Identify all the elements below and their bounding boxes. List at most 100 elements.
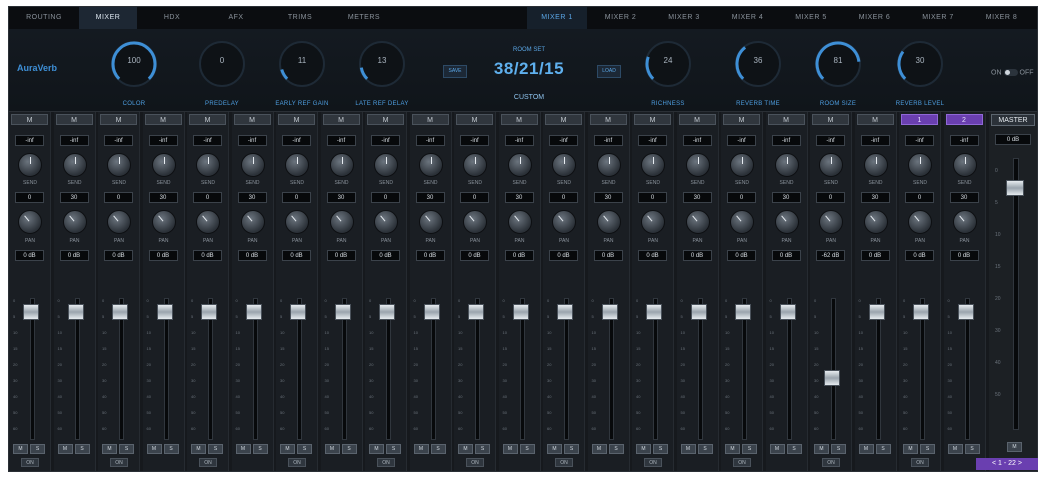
channel-header[interactable]: M bbox=[767, 114, 805, 125]
channel-header[interactable]: M bbox=[367, 114, 404, 125]
mute-button[interactable]: M bbox=[13, 444, 28, 454]
solo-button[interactable]: S bbox=[341, 444, 357, 454]
channel-header[interactable]: M bbox=[456, 114, 493, 125]
channel-fader[interactable] bbox=[23, 304, 39, 320]
send-knob[interactable] bbox=[730, 153, 754, 177]
solo-button[interactable]: S bbox=[786, 444, 802, 454]
channel-on-button[interactable]: ON bbox=[199, 458, 217, 467]
reverb-knob-6[interactable]: 81 bbox=[815, 41, 861, 87]
send-knob[interactable] bbox=[507, 153, 532, 177]
pan-knob[interactable] bbox=[730, 210, 754, 234]
solo-button[interactable]: S bbox=[608, 444, 624, 454]
channel-on-button[interactable]: ON bbox=[466, 458, 484, 467]
mixer-tab-3[interactable]: MIXER 3 bbox=[654, 7, 714, 29]
send-knob[interactable] bbox=[151, 153, 176, 177]
pan-knob[interactable] bbox=[374, 210, 398, 234]
channel-fader[interactable] bbox=[913, 304, 929, 320]
mixer-tab-4[interactable]: MIXER 4 bbox=[718, 7, 778, 29]
pan-knob[interactable] bbox=[285, 210, 309, 234]
channel-on-button[interactable]: ON bbox=[21, 458, 39, 467]
mixer-tab-7[interactable]: MIXER 7 bbox=[908, 7, 968, 29]
channel-fader[interactable] bbox=[468, 304, 484, 320]
channel-header[interactable]: M bbox=[545, 114, 582, 125]
pan-knob[interactable] bbox=[685, 210, 710, 234]
solo-button[interactable]: S bbox=[564, 444, 579, 454]
mute-button[interactable]: M bbox=[502, 444, 518, 454]
tab-afx[interactable]: AFX bbox=[207, 7, 265, 29]
solo-button[interactable]: S bbox=[653, 444, 668, 454]
channel-on-button[interactable]: ON bbox=[822, 458, 840, 467]
mixer-tab-2[interactable]: MIXER 2 bbox=[591, 7, 651, 29]
channel-fader[interactable] bbox=[201, 304, 217, 320]
pan-knob[interactable] bbox=[107, 210, 131, 234]
channel-fader[interactable] bbox=[334, 304, 351, 320]
mute-button[interactable]: M bbox=[191, 444, 206, 454]
channel-header[interactable]: M bbox=[634, 114, 671, 125]
solo-button[interactable]: S bbox=[74, 444, 90, 454]
send-knob[interactable] bbox=[240, 153, 265, 177]
solo-button[interactable]: S bbox=[386, 444, 401, 454]
channel-header[interactable]: M bbox=[189, 114, 226, 125]
solo-button[interactable]: S bbox=[697, 444, 713, 454]
pan-knob[interactable] bbox=[641, 210, 665, 234]
reverb-knob-0[interactable]: 100 bbox=[111, 41, 157, 87]
solo-button[interactable]: S bbox=[208, 444, 223, 454]
channel-header[interactable]: M bbox=[723, 114, 760, 125]
solo-button[interactable]: S bbox=[297, 444, 312, 454]
send-knob[interactable] bbox=[374, 153, 398, 177]
reverb-knob-3[interactable]: 13 bbox=[359, 41, 405, 87]
channel-header[interactable]: M bbox=[322, 114, 360, 125]
channel-header[interactable]: M bbox=[278, 114, 315, 125]
mute-button[interactable]: M bbox=[57, 444, 73, 454]
send-knob[interactable] bbox=[863, 153, 888, 177]
mute-button[interactable]: M bbox=[769, 444, 785, 454]
channel-fader[interactable] bbox=[557, 304, 573, 320]
master-mute-button[interactable]: M bbox=[1007, 442, 1022, 452]
channel-fader[interactable] bbox=[824, 369, 840, 386]
pan-knob[interactable] bbox=[952, 210, 977, 234]
send-knob[interactable] bbox=[418, 153, 443, 177]
channel-header[interactable]: M bbox=[678, 114, 716, 125]
channel-fader[interactable] bbox=[156, 304, 173, 320]
channel-header[interactable]: M bbox=[812, 114, 849, 125]
mute-button[interactable]: M bbox=[725, 444, 740, 454]
channel-on-button[interactable]: ON bbox=[288, 458, 306, 467]
mute-button[interactable]: M bbox=[547, 444, 562, 454]
channel-header[interactable]: M bbox=[144, 114, 182, 125]
channel-fader[interactable] bbox=[67, 304, 84, 320]
pan-knob[interactable] bbox=[240, 210, 265, 234]
channel-header[interactable]: M bbox=[500, 114, 538, 125]
channel-pager[interactable]: < 1 - 22 > bbox=[976, 458, 1038, 470]
mute-button[interactable]: M bbox=[102, 444, 117, 454]
solo-button[interactable]: S bbox=[742, 444, 757, 454]
send-knob[interactable] bbox=[685, 153, 710, 177]
channel-fader[interactable] bbox=[690, 304, 707, 320]
master-fader[interactable] bbox=[1006, 179, 1024, 196]
channel-fader[interactable] bbox=[735, 304, 751, 320]
save-button[interactable]: SAVE bbox=[443, 65, 467, 78]
mute-button[interactable]: M bbox=[636, 444, 651, 454]
channel-fader[interactable] bbox=[290, 304, 306, 320]
pan-knob[interactable] bbox=[18, 210, 42, 234]
reverb-knob-4[interactable]: 24 bbox=[645, 41, 691, 87]
mute-button[interactable]: M bbox=[903, 444, 918, 454]
pan-knob[interactable] bbox=[863, 210, 888, 234]
channel-header[interactable]: M bbox=[856, 114, 894, 125]
pan-knob[interactable] bbox=[418, 210, 443, 234]
solo-button[interactable]: S bbox=[163, 444, 179, 454]
send-knob[interactable] bbox=[329, 153, 354, 177]
channel-fader[interactable] bbox=[646, 304, 662, 320]
reverb-knob-2[interactable]: 11 bbox=[279, 41, 325, 87]
mute-button[interactable]: M bbox=[413, 444, 429, 454]
channel-fader[interactable] bbox=[868, 304, 885, 320]
tab-hdx[interactable]: HDX bbox=[143, 7, 201, 29]
solo-button[interactable]: S bbox=[920, 444, 935, 454]
send-knob[interactable] bbox=[285, 153, 309, 177]
mixer-tab-6[interactable]: MIXER 6 bbox=[845, 7, 905, 29]
channel-fader[interactable] bbox=[245, 304, 262, 320]
tab-trims[interactable]: TRIMS bbox=[271, 7, 329, 29]
channel-on-button[interactable]: ON bbox=[110, 458, 128, 467]
channel-fader[interactable] bbox=[379, 304, 395, 320]
solo-button[interactable]: S bbox=[119, 444, 134, 454]
channel-header[interactable]: 2 bbox=[945, 114, 983, 125]
